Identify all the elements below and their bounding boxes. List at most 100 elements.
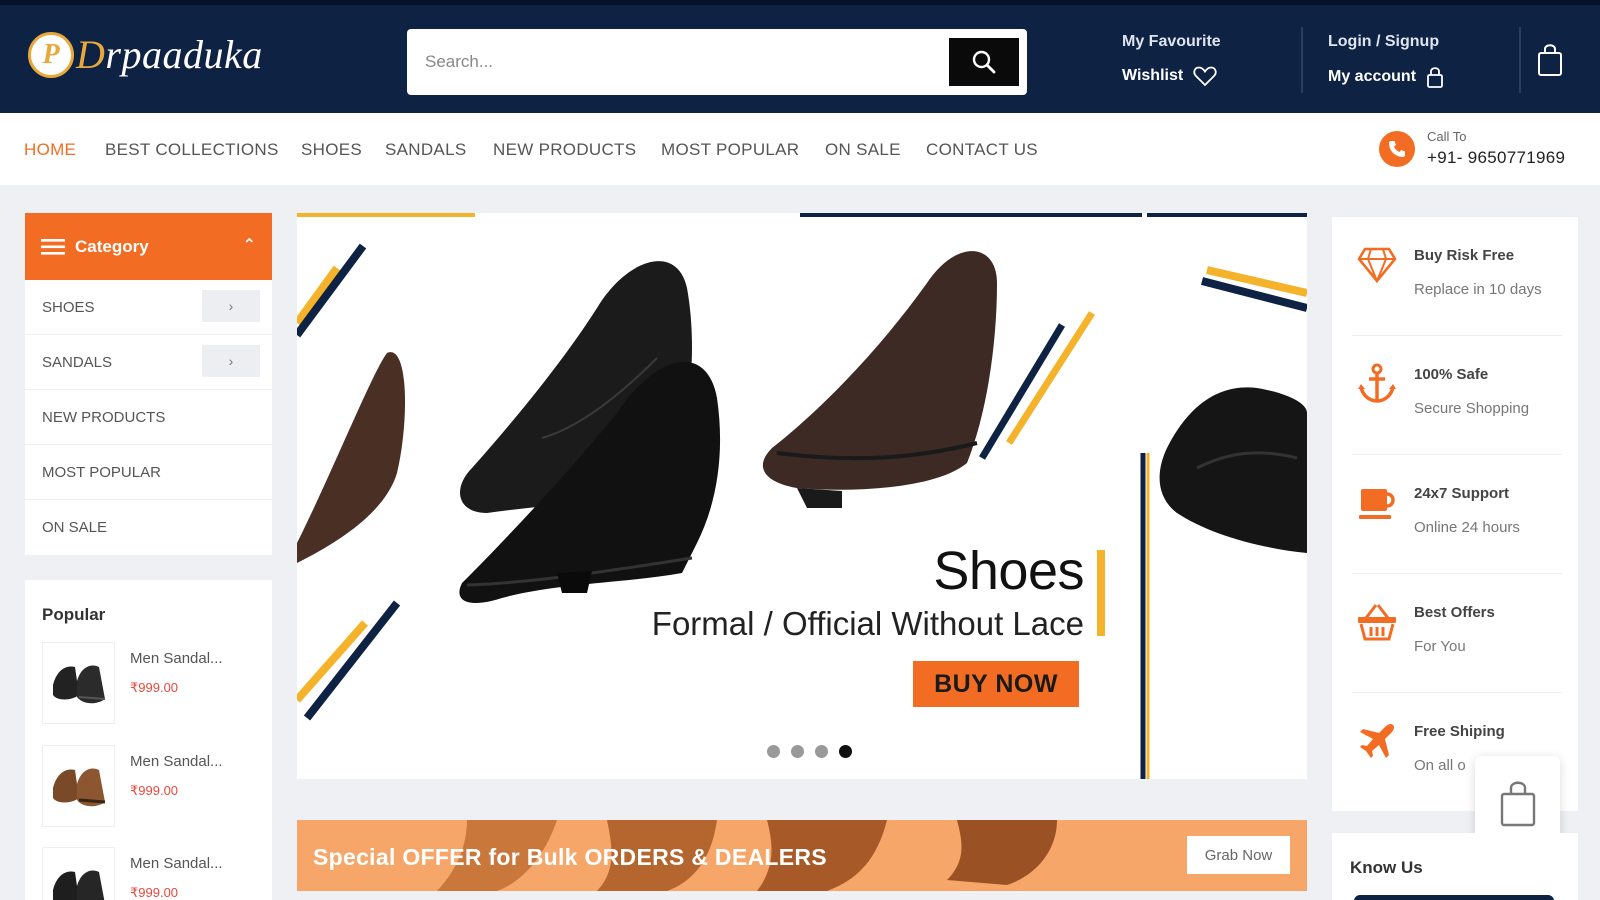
wishlist-label: Wishlist <box>1122 67 1184 84</box>
site-logo[interactable]: P Drpaaduka <box>28 31 263 78</box>
category-label: MOST POPULAR <box>42 463 161 481</box>
feature-subtitle: Replace in 10 days <box>1414 281 1542 298</box>
feature-subtitle: Secure Shopping <box>1414 400 1530 417</box>
popular-product[interactable]: Men Sandal... ₹999.00 <box>42 642 223 724</box>
nav-on-sale[interactable]: ON SALE <box>825 140 901 160</box>
phone-icon <box>1379 130 1415 167</box>
feature-24x7-support: 24x7 Support Online 24 hours <box>1352 455 1562 574</box>
category-panel: Category ⌃ SHOES › SANDALS › NEW PRODUCT… <box>25 213 272 555</box>
logo-badge: P <box>28 31 74 78</box>
product-price: ₹999.00 <box>130 680 179 695</box>
menu-icon <box>41 238 65 255</box>
chevron-right-icon: › <box>228 298 234 314</box>
nav-contact-us[interactable]: CONTACT US <box>926 140 1038 160</box>
feature-title: 24x7 Support <box>1414 485 1510 502</box>
category-label: NEW PRODUCTS <box>42 408 166 426</box>
category-item-sandals[interactable]: SANDALS › <box>25 335 272 390</box>
nav-shoes[interactable]: SHOES <box>301 140 362 160</box>
cart-bag-icon[interactable] <box>1536 43 1564 77</box>
know-us-panel: Know Us <box>1332 833 1578 900</box>
category-item-new-products[interactable]: NEW PRODUCTS <box>25 390 272 445</box>
account-link[interactable]: Login / Signup My account <box>1328 33 1444 89</box>
expand-arrow-button[interactable]: › <box>202 290 260 322</box>
know-us-image <box>1354 895 1554 900</box>
feature-title: Free Shiping <box>1414 723 1505 740</box>
cup-icon <box>1355 481 1399 525</box>
slider-dot-active[interactable] <box>839 745 852 758</box>
feature-subtitle: For You <box>1414 638 1466 655</box>
call-number: +91- 9650771969 <box>1427 148 1566 167</box>
category-item-on-sale[interactable]: ON SALE <box>25 500 272 555</box>
category-title: Category <box>75 236 149 256</box>
my-account-label: My account <box>1328 68 1417 85</box>
call-to-block[interactable]: Call To +91- 9650771969 <box>1379 129 1565 168</box>
popular-product[interactable]: Men Sandal... ₹999.00 <box>42 847 223 900</box>
feature-best-offers: Best Offers For You <box>1352 574 1562 693</box>
know-us-title: Know Us <box>1350 858 1423 877</box>
product-name: Men Sandal... <box>130 753 223 770</box>
nav-best-collections[interactable]: BEST COLLECTIONS <box>105 140 279 160</box>
nav-home[interactable]: HOME <box>24 140 76 160</box>
chevron-right-icon: › <box>228 353 234 369</box>
banner-shoes-image <box>297 243 1307 779</box>
grab-now-button[interactable]: Grab Now <box>1187 836 1290 874</box>
nav-most-popular[interactable]: MOST POPULAR <box>661 140 799 160</box>
diamond-icon <box>1355 243 1399 287</box>
offer-text: Special OFFER for Bulk ORDERS & DEALERS <box>313 844 827 870</box>
product-thumbnail <box>42 745 115 827</box>
product-name: Men Sandal... <box>130 650 223 667</box>
hero-banner[interactable]: Shoes Formal / Official Without Lace BUY… <box>297 213 1307 779</box>
search-input[interactable] <box>407 29 949 95</box>
feature-subtitle: On all o <box>1414 757 1466 774</box>
nav-sandals[interactable]: SANDALS <box>385 140 466 160</box>
banner-subheading: Formal / Official Without Lace <box>651 605 1084 642</box>
basket-icon <box>1355 600 1399 644</box>
category-label: SHOES <box>42 298 95 316</box>
favourite-label: My Favourite <box>1122 33 1221 50</box>
logo-text: Drpaaduka <box>76 31 263 78</box>
anchor-icon <box>1355 362 1399 406</box>
banner-accent-bar <box>1097 550 1105 636</box>
feature-title: Buy Risk Free <box>1414 247 1515 264</box>
top-header: P Drpaaduka My Favourite Wishlist Login … <box>0 0 1600 113</box>
feature-title: Best Offers <box>1414 604 1495 621</box>
slider-dot[interactable] <box>815 745 828 758</box>
slider-dots <box>767 745 852 758</box>
category-item-shoes[interactable]: SHOES › <box>25 280 272 335</box>
expand-arrow-button[interactable]: › <box>202 345 260 377</box>
shopping-bag-icon <box>1500 781 1535 826</box>
login-signup-label: Login / Signup <box>1328 33 1440 50</box>
feature-subtitle: Online 24 hours <box>1414 519 1520 536</box>
header-divider <box>1519 27 1521 93</box>
slider-dot[interactable] <box>791 745 804 758</box>
product-price: ₹999.00 <box>130 885 179 900</box>
slider-dot[interactable] <box>767 745 780 758</box>
features-panel: Buy Risk Free Replace in 10 days 100% Sa… <box>1332 217 1578 811</box>
feature-100-safe: 100% Safe Secure Shopping <box>1352 336 1562 455</box>
category-label: ON SALE <box>42 519 108 536</box>
bulk-offer-banner[interactable]: Special OFFER for Bulk ORDERS & DEALERS … <box>297 820 1307 891</box>
header-divider <box>1301 27 1303 93</box>
logo-initial: D <box>76 32 106 77</box>
product-name: Men Sandal... <box>130 855 223 872</box>
popular-product[interactable]: Men Sandal... ₹999.00 <box>42 745 223 827</box>
category-header[interactable]: Category ⌃ <box>25 213 272 280</box>
popular-panel: Popular Men Sandal... ₹999.00 Men Sandal… <box>25 580 272 900</box>
banner-heading: Shoes <box>933 541 1084 601</box>
search-icon <box>972 50 996 74</box>
product-thumbnail <box>42 847 115 900</box>
search-button[interactable] <box>949 38 1019 86</box>
airplane-icon <box>1355 719 1399 763</box>
feature-buy-risk-free: Buy Risk Free Replace in 10 days <box>1352 217 1562 336</box>
category-item-most-popular[interactable]: MOST POPULAR <box>25 445 272 500</box>
product-price: ₹999.00 <box>130 783 179 798</box>
category-label: SANDALS <box>42 353 113 371</box>
heart-icon <box>1193 66 1217 87</box>
wishlist-link[interactable]: My Favourite Wishlist <box>1122 33 1221 87</box>
popular-title: Popular <box>42 605 106 624</box>
buy-now-button[interactable]: BUY NOW <box>913 661 1079 707</box>
feature-title: 100% Safe <box>1414 366 1489 383</box>
lock-icon <box>1427 67 1443 88</box>
call-label: Call To <box>1427 129 1467 144</box>
nav-new-products[interactable]: NEW PRODUCTS <box>493 140 636 160</box>
